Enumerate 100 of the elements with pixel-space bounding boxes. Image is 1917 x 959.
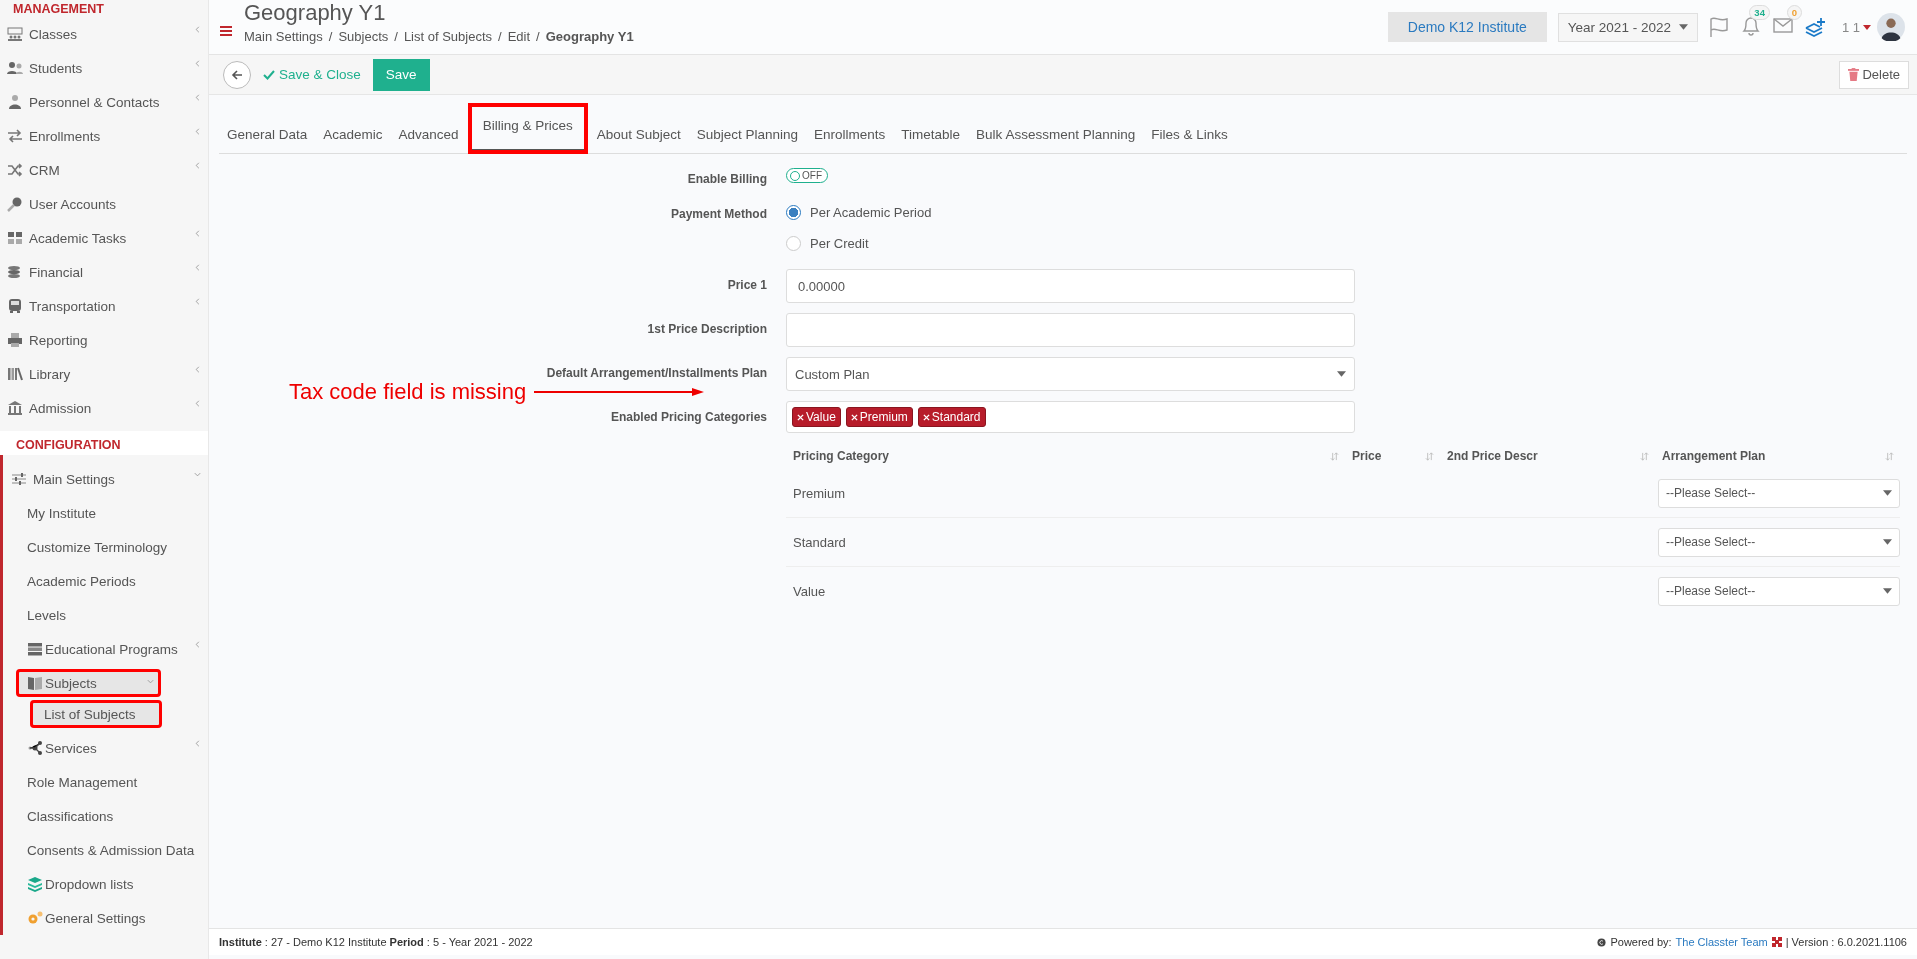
students-icon [7, 60, 23, 76]
select-field[interactable]: --Please Select-- [1658, 576, 1900, 606]
field-label: Payment Method [671, 206, 767, 221]
book-icon [27, 675, 43, 691]
radio-button[interactable] [786, 205, 801, 220]
year-dropdown[interactable]: Year 2021 - 2022 [1557, 12, 1698, 42]
user-name[interactable]: 1 1 [1841, 19, 1860, 35]
chevron-icon [193, 161, 202, 170]
tags-field[interactable]: Value Premium Standard [786, 401, 1355, 433]
sidebar-item[interactable]: CRM [0, 153, 208, 187]
tab[interactable]: Enrollments [806, 116, 894, 152]
column-header[interactable]: Pricing Category [793, 449, 890, 463]
select-field[interactable]: --Please Select-- [1658, 527, 1900, 557]
radio-option[interactable]: Per Credit [786, 236, 1355, 251]
sidebar-item[interactable]: Role Management [3, 765, 208, 799]
sidebar-item[interactable]: Library [0, 357, 208, 391]
bus-icon [7, 298, 23, 314]
select-field[interactable]: Custom Plan [786, 357, 1355, 391]
delete-button[interactable]: Delete [1839, 60, 1909, 89]
column-header[interactable]: Price [1352, 449, 1382, 463]
tag[interactable]: Standard [917, 407, 986, 427]
back-arrow-icon [231, 68, 243, 81]
team-link[interactable]: The Classter Team [1675, 936, 1768, 948]
sidebar-item[interactable]: Educational Programs [3, 632, 208, 666]
tag[interactable]: Premium [845, 407, 913, 427]
bell-icon[interactable] [1739, 14, 1762, 36]
sidebar-item[interactable]: Reporting [0, 323, 208, 357]
radio-button[interactable] [786, 236, 801, 251]
breadcrumb-item[interactable]: Edit [507, 28, 531, 44]
breadcrumb-item: Geography Y1 [545, 28, 634, 44]
field-label: Price 1 [727, 277, 767, 292]
sidebar-item[interactable]: Customize Terminology [3, 530, 208, 564]
chevron-icon [193, 399, 202, 408]
select-field[interactable]: --Please Select-- [1658, 478, 1900, 508]
flag-icon[interactable] [1707, 16, 1730, 38]
sidebar-item[interactable]: Academic Periods [3, 564, 208, 598]
column-header[interactable]: 2nd Price Descr [1447, 449, 1538, 463]
text-field[interactable] [786, 313, 1355, 347]
chevron-icon [193, 640, 202, 649]
layers-add-icon[interactable] [1803, 16, 1826, 38]
tab[interactable]: General Data [219, 116, 316, 152]
notification-badge: 34 [1749, 5, 1770, 20]
chevron-icon [193, 229, 202, 238]
sidebar-item[interactable]: Admission [0, 391, 208, 425]
sidebar-item[interactable]: Classes [0, 17, 208, 51]
shuffle-icon [7, 162, 23, 178]
sidebar-item[interactable]: Main Settings [3, 462, 208, 496]
chevron-icon [193, 297, 202, 306]
column-header[interactable]: Arrangement Plan [1662, 449, 1766, 463]
tag[interactable]: Value [792, 407, 841, 427]
remove-icon[interactable] [922, 413, 930, 421]
sidebar-item[interactable]: Services [3, 731, 208, 765]
sidebar-item[interactable]: Transportation [0, 289, 208, 323]
sidebar-item[interactable]: Financial [0, 255, 208, 289]
text-field[interactable]: 0.00000 [786, 269, 1355, 303]
radio-label: Per Credit [810, 236, 869, 251]
sidebar-item[interactable]: Dropdown lists [3, 867, 208, 901]
sidebar-item[interactable]: Classifications [3, 799, 208, 833]
remove-icon[interactable] [850, 413, 858, 421]
sidebar-item[interactable]: My Institute [3, 496, 208, 530]
chevron-icon [193, 470, 202, 479]
powered-by-text: Powered by: [1610, 936, 1672, 948]
tab[interactable]: Files & Links [1143, 116, 1236, 152]
radio-option[interactable]: Per Academic Period [786, 205, 1355, 220]
sidebar-item[interactable]: Consents & Admission Data [3, 833, 208, 867]
avatar[interactable] [1877, 13, 1905, 41]
remove-icon[interactable] [797, 413, 804, 421]
tab[interactable]: Subject Planning [688, 116, 807, 152]
caret-icon[interactable] [1863, 24, 1871, 30]
sidebar-item[interactable]: General Settings [3, 901, 208, 935]
tab[interactable]: Billing & Prices [470, 105, 585, 151]
tab[interactable]: Timetable [893, 116, 969, 152]
sidebar-item[interactable]: User Accounts [0, 187, 208, 221]
breadcrumb-item[interactable]: Subjects [338, 28, 389, 44]
section-title: CONFIGURATION [0, 431, 208, 455]
logo-icon [1771, 937, 1782, 947]
sidebar-item[interactable]: List of Subjects [30, 700, 162, 728]
tab[interactable]: Academic [315, 116, 391, 152]
tab[interactable]: Advanced [390, 116, 467, 152]
check-icon [263, 68, 275, 81]
caret-icon [1337, 371, 1346, 377]
toggle-switch[interactable]: OFF [786, 168, 828, 183]
section-title: MANAGEMENT [12, 1, 105, 17]
tab[interactable]: Bulk Assessment Planning [968, 116, 1144, 152]
sidebar-item[interactable]: Enrollments [0, 119, 208, 153]
sidebar-item[interactable]: Students [0, 51, 208, 85]
sidebar-item[interactable]: Levels [3, 598, 208, 632]
page-title: Geography Y1 [244, 0, 387, 25]
breadcrumb-separator: / [328, 28, 333, 44]
chevron-icon [193, 59, 202, 68]
sidebar-item[interactable]: Subjects [16, 669, 161, 697]
field-label: Enabled Pricing Categories [610, 409, 767, 424]
menu-icon[interactable] [220, 25, 232, 37]
breadcrumb-item[interactable]: Main Settings [244, 28, 323, 44]
sidebar-item[interactable]: Academic Tasks [0, 221, 208, 255]
institute-button[interactable]: Demo K12 Institute [1387, 12, 1547, 42]
back-button[interactable] [223, 60, 251, 89]
breadcrumb-item[interactable]: List of Subjects [403, 28, 493, 44]
sidebar-item[interactable]: Personnel & Contacts [0, 85, 208, 119]
tab[interactable]: About Subject [588, 116, 689, 152]
